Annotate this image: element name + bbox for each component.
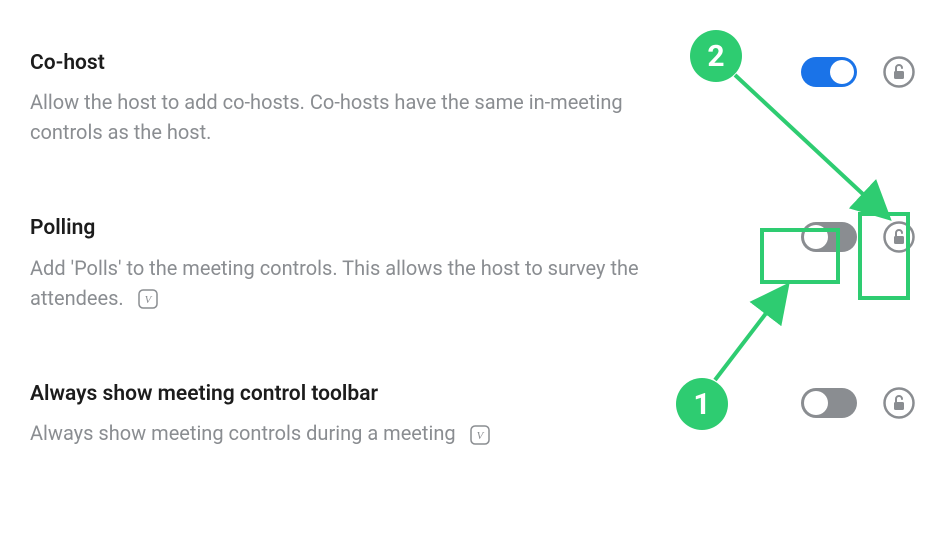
lock-icon[interactable] — [883, 56, 915, 88]
setting-description: Always show meeting controls during a me… — [30, 418, 700, 448]
setting-row-always-show-toolbar: Always show meeting control toolbar Alwa… — [30, 381, 915, 448]
setting-description: Allow the host to add co-hosts. Co-hosts… — [30, 87, 700, 147]
setting-description: Add 'Polls' to the meeting controls. Thi… — [30, 253, 700, 313]
setting-row-co-host: Co-host Allow the host to add co-hosts. … — [30, 50, 915, 147]
svg-text:V: V — [144, 294, 152, 306]
version-badge-icon[interactable]: V — [137, 288, 159, 310]
svg-text:V: V — [476, 430, 484, 442]
lock-icon[interactable] — [883, 221, 915, 253]
setting-title: Co-host — [30, 50, 700, 77]
toggle-always-show-toolbar[interactable] — [801, 388, 857, 418]
lock-icon[interactable] — [883, 387, 915, 419]
toggle-polling[interactable] — [801, 222, 857, 252]
settings-list: Co-host Allow the host to add co-hosts. … — [0, 0, 945, 448]
version-badge-icon[interactable]: V — [469, 424, 491, 446]
toggle-co-host[interactable] — [801, 57, 857, 87]
setting-title: Polling — [30, 215, 700, 242]
setting-title: Always show meeting control toolbar — [30, 381, 700, 408]
setting-row-polling: Polling Add 'Polls' to the meeting contr… — [30, 215, 915, 312]
